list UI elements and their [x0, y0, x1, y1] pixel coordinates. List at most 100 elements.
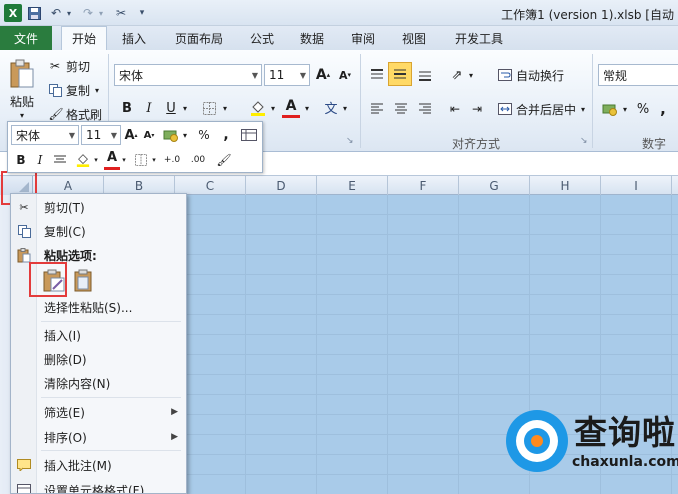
cut-icon[interactable]: ✂	[48, 58, 62, 74]
paste-dropdown-icon[interactable]: ▾	[17, 110, 27, 120]
tools-icon[interactable]: ✂	[112, 4, 130, 22]
mini-center-icon[interactable]	[52, 150, 68, 170]
align-right-icon[interactable]	[414, 98, 436, 120]
align-middle-icon[interactable]	[388, 62, 412, 86]
copy-button[interactable]: 复制	[66, 82, 90, 98]
paste-button-label[interactable]: 粘贴	[4, 92, 40, 110]
mini-font-color-dropdown-icon[interactable]: ▾	[120, 150, 128, 170]
orientation-dropdown-icon[interactable]: ▾	[466, 64, 476, 86]
column-header-g[interactable]: G	[459, 176, 530, 195]
fill-color-icon[interactable]	[248, 98, 268, 118]
align-left-icon[interactable]	[366, 98, 388, 120]
mini-accounting-format-icon[interactable]	[162, 125, 180, 145]
font-dialog-launcher-icon[interactable]: ↘	[346, 136, 354, 146]
align-bottom-icon[interactable]	[414, 64, 436, 86]
save-icon[interactable]	[26, 4, 42, 22]
menu-item-format-cells[interactable]: 设置单元格格式(F)...	[11, 478, 186, 493]
orientation-icon[interactable]: ⇗	[446, 64, 468, 86]
undo-dropdown-icon[interactable]: ▾	[64, 4, 74, 22]
tab-review[interactable]: 审阅	[343, 26, 383, 50]
menu-item-delete[interactable]: 删除(D)	[11, 347, 186, 371]
menu-item-paste-special[interactable]: 选择性粘贴(S)...	[11, 295, 186, 319]
accounting-dropdown-icon[interactable]: ▾	[620, 98, 630, 120]
number-format-select[interactable]: 常规	[598, 64, 678, 86]
mini-italic-button[interactable]: I	[33, 150, 47, 170]
mini-font-name-select[interactable]: 宋体 ▼	[11, 125, 79, 145]
font-color-dropdown-icon[interactable]: ▾	[302, 98, 312, 118]
redo-icon[interactable]: ↷	[80, 4, 96, 22]
mini-decrease-decimal-button[interactable]: .00	[186, 150, 210, 170]
copy-dropdown-icon[interactable]: ▾	[92, 82, 102, 98]
font-size-select[interactable]: 11 ▼	[264, 64, 310, 86]
tab-insert[interactable]: 插入	[114, 26, 154, 50]
copy-icon[interactable]	[48, 82, 62, 98]
column-header-f[interactable]: F	[388, 176, 459, 195]
paste-option-values-icon[interactable]	[69, 266, 99, 296]
align-center-icon[interactable]	[390, 98, 412, 120]
column-header-e[interactable]: E	[317, 176, 388, 195]
column-header-d[interactable]: D	[246, 176, 317, 195]
shrink-font-button[interactable]: A ▾	[336, 64, 354, 86]
mini-accounting-dropdown-icon[interactable]: ▾	[180, 125, 190, 145]
italic-button[interactable]: I	[140, 98, 158, 118]
merge-center-icon[interactable]	[496, 98, 514, 120]
mini-increase-decimal-button[interactable]: +.0	[160, 150, 184, 170]
underline-dropdown-icon[interactable]: ▾	[180, 98, 190, 118]
wrap-text-button[interactable]: 自动换行	[516, 64, 564, 86]
menu-item-sort[interactable]: 排序(O) ▶	[11, 425, 186, 449]
menu-item-insert-comment[interactable]: 插入批注(M)	[11, 453, 186, 477]
alignment-dialog-launcher-icon[interactable]: ↘	[580, 136, 588, 146]
bold-button[interactable]: B	[118, 98, 136, 118]
phonetic-dropdown-icon[interactable]: ▾	[340, 98, 350, 118]
format-painter-button[interactable]: 格式刷	[66, 106, 102, 122]
font-color-button[interactable]: A	[282, 96, 300, 118]
comma-style-button[interactable]: ,	[656, 98, 670, 120]
decrease-indent-icon[interactable]: ⇤	[444, 98, 466, 120]
tab-home[interactable]: 开始	[61, 26, 107, 50]
cut-button[interactable]: 剪切	[66, 58, 90, 74]
borders-dropdown-icon[interactable]: ▾	[220, 98, 230, 118]
underline-button[interactable]: U	[162, 98, 180, 118]
column-header-h[interactable]: H	[530, 176, 601, 195]
mini-format-table-icon[interactable]	[240, 125, 258, 145]
paste-icon[interactable]	[4, 56, 40, 92]
tab-formulas[interactable]: 公式	[242, 26, 282, 50]
grow-font-button[interactable]: A ▴	[314, 64, 332, 86]
tab-data[interactable]: 数据	[292, 26, 332, 50]
tab-page-layout[interactable]: 页面布局	[166, 26, 232, 50]
tab-developer[interactable]: 开发工具	[446, 26, 512, 50]
mini-borders-icon[interactable]	[132, 150, 150, 170]
excel-app-icon[interactable]: X	[4, 4, 22, 22]
accounting-format-icon[interactable]	[600, 98, 620, 120]
menu-item-clear-contents[interactable]: 清除内容(N)	[11, 371, 186, 395]
mini-font-color-button[interactable]: A	[104, 148, 120, 170]
menu-item-copy[interactable]: 复制(C)	[11, 219, 186, 243]
mini-format-painter-icon[interactable]: 🖌	[214, 150, 234, 170]
format-painter-icon[interactable]: 🖌	[48, 106, 64, 122]
increase-indent-icon[interactable]: ⇥	[466, 98, 488, 120]
phonetic-guide-button[interactable]: 文	[322, 96, 340, 118]
mini-shrink-font-button[interactable]: A ▾	[141, 125, 157, 145]
align-top-icon[interactable]	[366, 64, 388, 86]
mini-bold-button[interactable]: B	[13, 150, 29, 170]
tab-view[interactable]: 视图	[394, 26, 434, 50]
mini-percent-button[interactable]: %	[196, 125, 212, 145]
customize-quick-access-icon[interactable]: ▾	[136, 4, 148, 22]
menu-item-cut[interactable]: ✂ 剪切(T)	[11, 195, 186, 219]
merge-center-button[interactable]: 合并后居中	[516, 98, 576, 120]
menu-item-insert[interactable]: 插入(I)	[11, 323, 186, 347]
redo-dropdown-icon[interactable]: ▾	[96, 4, 106, 22]
menu-item-filter[interactable]: 筛选(E) ▶	[11, 400, 186, 424]
tab-file[interactable]: 文件	[0, 26, 52, 50]
borders-icon[interactable]	[198, 98, 220, 118]
merge-dropdown-icon[interactable]: ▾	[578, 98, 588, 120]
mini-fill-dropdown-icon[interactable]: ▾	[92, 150, 100, 170]
mini-grow-font-button[interactable]: A ▴	[123, 125, 139, 145]
percent-style-button[interactable]: %	[634, 98, 652, 120]
fill-color-dropdown-icon[interactable]: ▾	[268, 98, 278, 118]
mini-borders-dropdown-icon[interactable]: ▾	[150, 150, 158, 170]
mini-font-size-select[interactable]: 11 ▼	[81, 125, 121, 145]
wrap-text-icon[interactable]	[496, 64, 514, 86]
column-header-i[interactable]: I	[601, 176, 672, 195]
mini-comma-button[interactable]: ,	[220, 125, 232, 145]
